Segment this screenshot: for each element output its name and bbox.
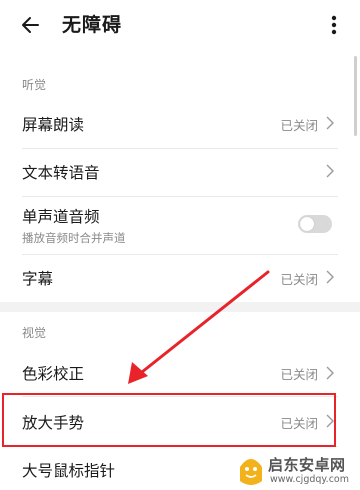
watermark-name: 启东安卓网 [268, 456, 346, 474]
watermark: 启东安卓网 www.cjgdqy.com [236, 452, 360, 490]
row-mono-audio: 单声道音频 播放音频时合并声道 [0, 196, 360, 254]
watermark-logo-icon [240, 459, 262, 485]
row-captions[interactable]: 字幕 已关闭 [0, 254, 360, 302]
row-label: 屏幕朗读 [22, 116, 85, 134]
watermark-url: www.cjgdqy.com [270, 474, 349, 485]
chevron-right-icon [326, 116, 334, 130]
row-color-correction[interactable]: 色彩校正 已关闭 [0, 348, 360, 398]
row-label: 色彩校正 [22, 365, 85, 383]
row-value: 已关闭 [280, 118, 318, 133]
row-text-to-speech[interactable]: 文本转语音 [0, 148, 360, 196]
row-label: 文本转语音 [22, 164, 100, 182]
toggle-knob [300, 217, 314, 231]
row-subtitle: 播放音频时合并声道 [22, 231, 126, 245]
more-vertical-icon[interactable] [328, 12, 340, 38]
back-arrow-icon[interactable] [18, 12, 44, 38]
row-screen-reader[interactable]: 屏幕朗读 已关闭 [0, 98, 360, 148]
chevron-right-icon [326, 366, 334, 380]
row-label: 字幕 [22, 270, 54, 288]
chevron-right-icon [326, 164, 334, 178]
chevron-right-icon [326, 270, 334, 284]
highlight-box [2, 393, 336, 447]
section-title-vision: 视觉 [22, 326, 47, 340]
hearing-card: 听觉 屏幕朗读 已关闭 文本转语音 单声道音频 播放音频时合并声道 字幕 已关闭 [0, 50, 360, 302]
mono-audio-toggle[interactable] [298, 215, 332, 233]
row-value: 已关闭 [280, 367, 318, 382]
section-title-hearing: 听觉 [22, 78, 47, 92]
row-label: 单声道音频 [22, 208, 100, 226]
scrollbar[interactable] [354, 56, 357, 136]
row-value: 已关闭 [280, 272, 318, 287]
page-title: 无障碍 [62, 14, 123, 36]
row-label: 大号鼠标指针 [22, 462, 116, 480]
app-header: 无障碍 [0, 0, 360, 50]
